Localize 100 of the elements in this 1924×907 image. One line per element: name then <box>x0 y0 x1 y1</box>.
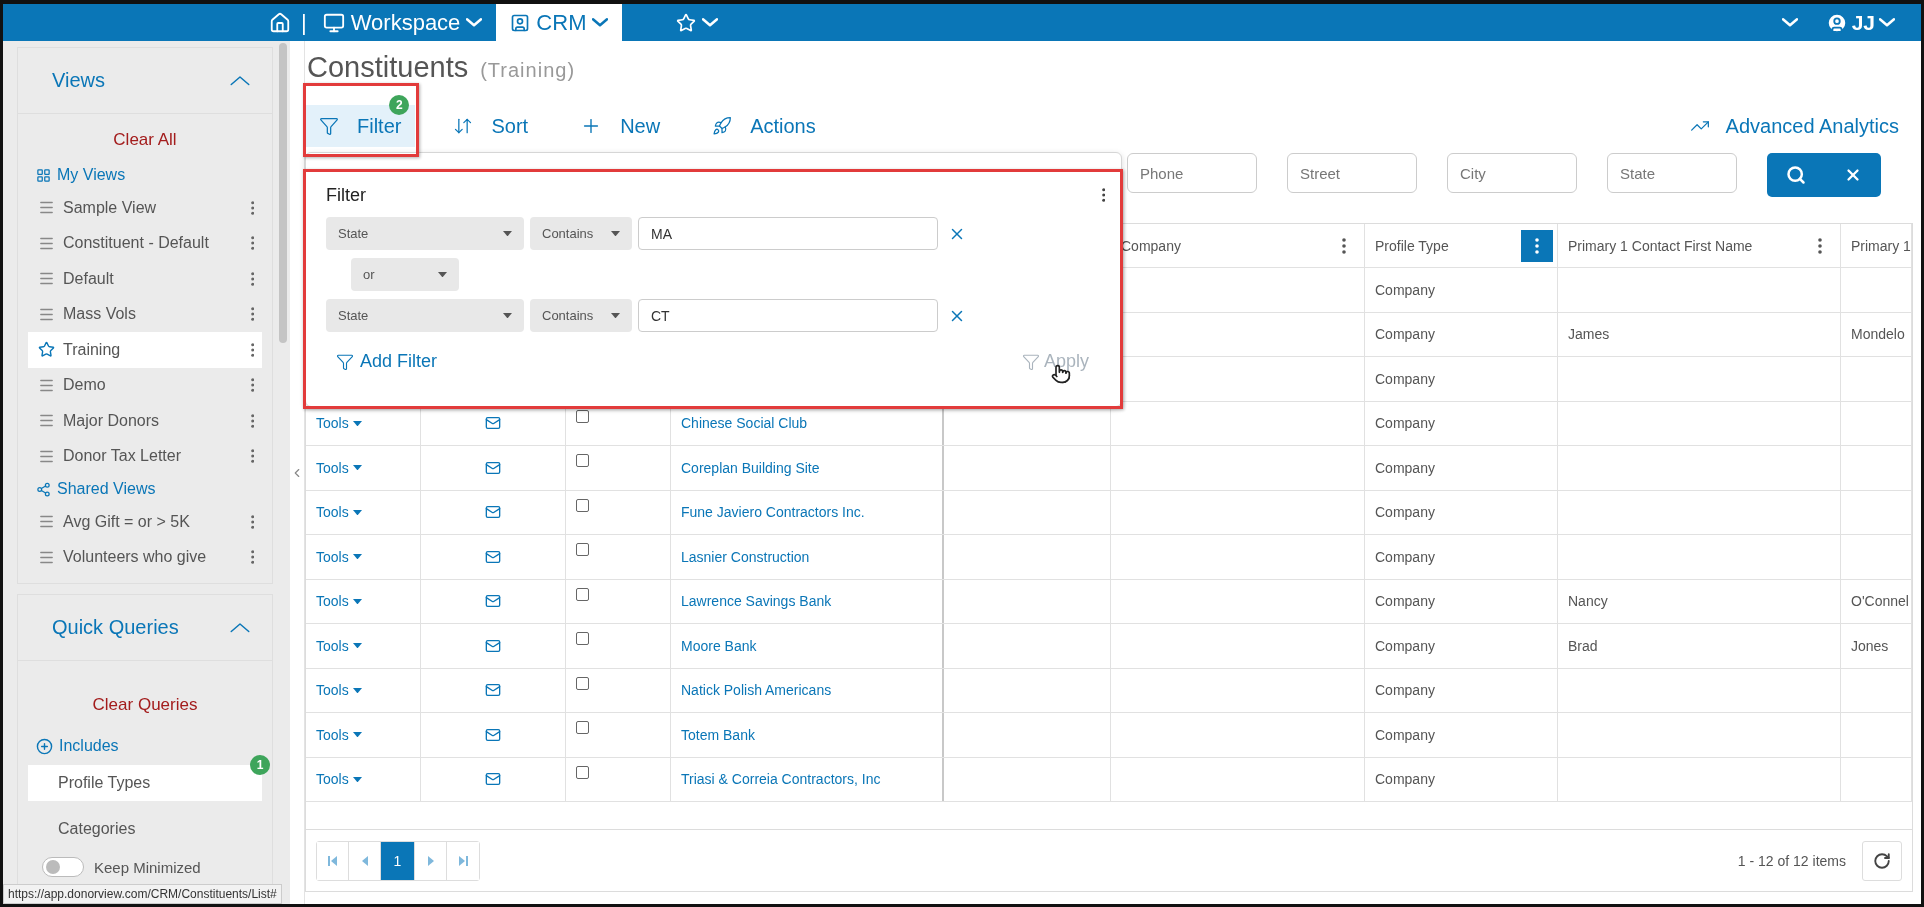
view-item[interactable]: Constituent - Default <box>28 225 262 261</box>
field-select[interactable]: State <box>326 217 524 250</box>
row-checkbox[interactable] <box>576 409 589 423</box>
row-checkbox[interactable] <box>576 676 589 690</box>
constituent-name[interactable]: Natick Polish Americans <box>681 682 832 699</box>
search-field[interactable]: Phone <box>1127 153 1257 193</box>
clear-all-link[interactable]: Clear All <box>113 130 177 150</box>
constituent-name[interactable]: Fune Javiero Contractors Inc. <box>681 504 865 521</box>
refresh-button[interactable] <box>1862 840 1902 881</box>
table-cell: Company <box>1375 281 1435 298</box>
mail-icon[interactable] <box>485 682 501 699</box>
toggle-switch[interactable] <box>42 857 84 877</box>
view-item[interactable]: Default <box>28 261 262 297</box>
table-cell: Brad <box>1568 637 1598 654</box>
more-icon <box>1535 237 1539 254</box>
view-item[interactable]: Demo <box>28 367 262 403</box>
more-icon[interactable] <box>250 550 254 565</box>
mail-icon[interactable] <box>485 771 501 788</box>
tools-menu[interactable]: Tools <box>316 459 362 476</box>
more-icon[interactable] <box>250 413 254 428</box>
constituent-name[interactable]: Coreplan Building Site <box>681 459 820 476</box>
constituent-name[interactable]: Lasnier Construction <box>681 548 810 565</box>
constituent-name[interactable]: Lawrence Savings Bank <box>681 593 832 610</box>
toolbar-button[interactable]: New <box>566 105 675 147</box>
nav-menu[interactable]: CRM <box>496 4 623 41</box>
more-icon[interactable] <box>1101 188 1105 202</box>
user-menu[interactable]: JJ <box>1819 9 1901 36</box>
add-filter-link[interactable]: Add Filter <box>336 351 438 372</box>
mail-icon[interactable] <box>485 415 501 432</box>
tools-menu[interactable]: Tools <box>316 637 362 654</box>
more-icon[interactable] <box>250 307 254 322</box>
joiner-select[interactable]: or <box>351 258 459 291</box>
page-title: Constituents <box>307 51 469 84</box>
row-checkbox[interactable] <box>576 498 589 512</box>
mail-icon[interactable] <box>485 726 501 743</box>
mail-icon[interactable] <box>485 504 501 521</box>
panel-header[interactable]: Quick Queries <box>18 595 272 661</box>
view-item[interactable]: Sample View <box>28 190 262 226</box>
tools-menu[interactable]: Tools <box>316 771 362 788</box>
nav-separator: | <box>300 9 308 36</box>
view-item[interactable]: Training <box>28 332 262 368</box>
row-checkbox[interactable] <box>576 587 589 601</box>
value-field[interactable]: CT <box>638 299 938 332</box>
constituent-name[interactable]: Totem Bank <box>681 726 755 743</box>
constituent-name[interactable]: Moore Bank <box>681 637 757 654</box>
my-views-link[interactable]: My Views <box>18 160 126 190</box>
more-icon[interactable] <box>250 236 254 251</box>
row-checkbox[interactable] <box>576 632 589 646</box>
view-item[interactable]: Mass Vols <box>28 296 262 332</box>
view-item[interactable]: Donor Tax Letter <box>28 438 262 474</box>
toolbar-button[interactable]: Actions <box>698 105 830 147</box>
view-item[interactable]: Volunteers who give <box>28 539 262 575</box>
tools-menu[interactable]: Tools <box>316 682 362 699</box>
search-field[interactable]: City <box>1447 153 1577 193</box>
tools-menu[interactable]: Tools <box>316 415 362 432</box>
mail-icon[interactable] <box>485 593 501 610</box>
nav-menu[interactable]: Workspace <box>308 4 497 41</box>
more-icon[interactable] <box>250 200 254 215</box>
shared-views-link[interactable]: Shared Views <box>18 474 156 504</box>
constituent-name[interactable]: Chinese Social Club <box>681 415 808 432</box>
mail-icon[interactable] <box>485 548 501 565</box>
caret-icon <box>352 687 362 693</box>
view-label: Sample View <box>63 198 158 217</box>
clear-queries-link[interactable]: Clear Queries <box>92 695 198 715</box>
row-checkbox[interactable] <box>576 721 589 735</box>
query-item[interactable]: Categories <box>28 811 262 847</box>
view-item[interactable]: Avg Gift = or > 5K <box>28 504 262 540</box>
page-button[interactable]: 1 <box>381 841 415 880</box>
toolbar-button[interactable]: Sort <box>439 105 543 147</box>
advanced-analytics-link[interactable]: Advanced Analytics <box>1689 114 1899 138</box>
field-select[interactable]: State <box>326 299 524 332</box>
mail-icon[interactable] <box>485 637 501 654</box>
tools-menu[interactable]: Tools <box>316 726 362 743</box>
view-item[interactable]: Major Donors <box>28 403 262 439</box>
row-checkbox[interactable] <box>576 765 589 779</box>
search-field[interactable]: State <box>1607 153 1737 193</box>
operator-select[interactable]: Contains <box>530 217 632 250</box>
page-subtitle: (Training) <box>480 59 576 82</box>
value-field[interactable]: MA <box>638 217 938 250</box>
more-icon[interactable] <box>250 342 254 357</box>
operator-select[interactable]: Contains <box>530 299 632 332</box>
row-checkbox[interactable] <box>576 454 589 468</box>
caret-icon <box>352 420 362 426</box>
search-field[interactable]: Street <box>1287 153 1417 193</box>
more-icon[interactable] <box>250 514 254 529</box>
mail-icon[interactable] <box>485 459 501 476</box>
tools-menu[interactable]: Tools <box>316 504 362 521</box>
constituent-name[interactable]: Triasi & Correia Contractors, Inc <box>681 771 881 788</box>
tools-menu[interactable]: Tools <box>316 593 362 610</box>
view-label: Major Donors <box>63 411 161 430</box>
more-icon[interactable] <box>250 378 254 393</box>
tools-menu[interactable]: Tools <box>316 548 362 565</box>
includes-link[interactable]: Includes <box>18 731 119 761</box>
more-icon[interactable] <box>250 271 254 286</box>
row-checkbox[interactable] <box>576 543 589 557</box>
table-cell: Company <box>1375 504 1435 521</box>
panel-header[interactable]: Views <box>18 48 272 114</box>
column-menu-button[interactable] <box>1521 229 1553 262</box>
scrollbar-thumb[interactable] <box>279 43 287 343</box>
more-icon[interactable] <box>250 449 254 464</box>
